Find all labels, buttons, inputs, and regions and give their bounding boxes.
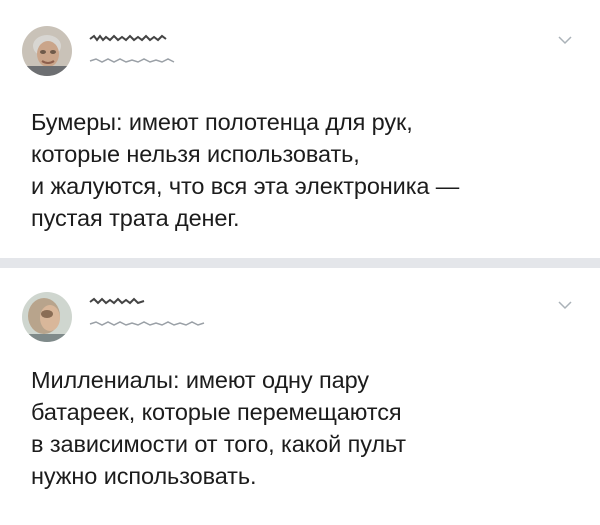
tweet-card[interactable]: Миллениалы: имеют одну пару батареек, ко… <box>0 268 600 525</box>
avatar[interactable] <box>22 26 72 76</box>
tweet-line: Бумеры: имеют полотенца для рук, <box>31 109 413 135</box>
tweet-text: Миллениалы: имеют одну пару батареек, ко… <box>31 364 581 492</box>
avatar[interactable] <box>22 292 72 342</box>
tweet-line: и жалуются, что вся эта электроника — <box>31 173 460 199</box>
chevron-down-icon[interactable] <box>558 32 572 45</box>
tweet-line: батареек, которые перемещаются <box>31 399 402 425</box>
handle-redacted <box>88 56 180 64</box>
tweet-line: пустая трата денег. <box>31 205 240 231</box>
tweet-line: Миллениалы: имеют одну пару <box>31 367 369 393</box>
tweet-line: нужно использовать. <box>31 463 257 489</box>
handle-redacted <box>88 319 206 327</box>
username-redacted[interactable] <box>88 33 168 43</box>
tweet-text: Бумеры: имеют полотенца для рук, которые… <box>31 106 581 234</box>
feed: Бумеры: имеют полотенца для рук, которые… <box>0 0 600 525</box>
tweet-card[interactable]: Бумеры: имеют полотенца для рук, которые… <box>0 0 600 258</box>
avatar-photo-icon <box>22 292 72 342</box>
chevron-down-icon[interactable] <box>558 297 572 310</box>
tweet-line: которые нельзя использовать, <box>31 141 360 167</box>
divider <box>0 258 600 268</box>
tweet-line: в зависимости от того, какой пульт <box>31 431 406 457</box>
avatar-photo-icon <box>22 26 72 76</box>
username-redacted[interactable] <box>88 296 146 306</box>
